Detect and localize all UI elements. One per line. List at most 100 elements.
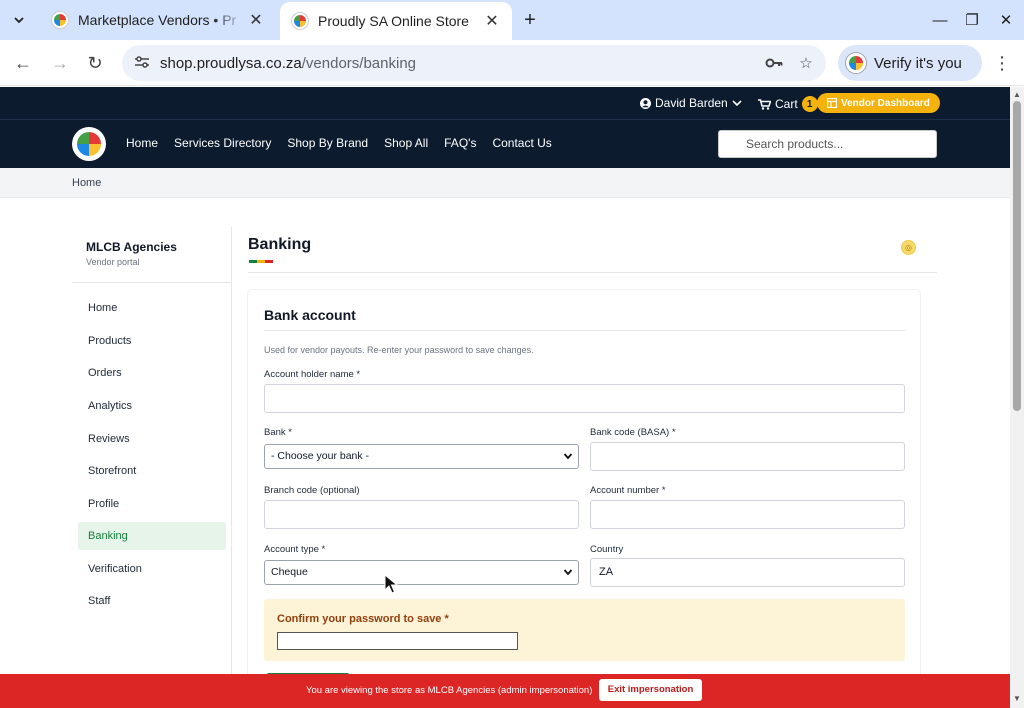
bank-select[interactable]: - Choose your bank - xyxy=(264,444,579,469)
bookmark-star-icon[interactable]: ☆ xyxy=(794,51,818,75)
card-divider xyxy=(264,330,905,331)
sidebar-divider xyxy=(72,282,232,283)
page-title: Banking xyxy=(248,236,312,253)
vendor-subtitle: Vendor portal xyxy=(86,257,140,267)
proudlysa-logo-icon xyxy=(77,132,101,156)
account-number-label: Account number * xyxy=(590,485,666,496)
browser-tab-marketplace[interactable]: Marketplace Vendors • Pr ✕ xyxy=(40,0,276,40)
breadcrumb-home[interactable]: Home xyxy=(72,177,101,189)
country-label: Country xyxy=(590,544,624,555)
password-key-icon[interactable] xyxy=(762,51,786,75)
scroll-down-icon[interactable]: ▼ xyxy=(1013,694,1021,703)
branch-code-label: Branch code (optional) xyxy=(264,485,360,496)
cart-count-badge: 1 xyxy=(801,96,818,112)
sidebar-item-storefront[interactable]: Storefront xyxy=(78,457,226,485)
account-number-input[interactable] xyxy=(590,500,905,529)
exit-impersonation-button[interactable]: Exit impersonation xyxy=(599,679,702,701)
chevron-down-icon xyxy=(14,17,24,24)
url-host: shop.proudlysa.co.za xyxy=(160,54,302,72)
sidebar-item-banking[interactable]: Banking xyxy=(78,522,226,550)
sidebar-item-verification[interactable]: Verification xyxy=(78,555,226,583)
tab-search-button[interactable] xyxy=(6,8,32,32)
confirm-password-label: Confirm your password to save * xyxy=(277,613,449,625)
chevron-down-icon xyxy=(563,561,573,593)
new-tab-button[interactable]: + xyxy=(518,8,542,32)
nav-shop-all[interactable]: Shop All xyxy=(384,136,428,150)
forward-arrow-icon[interactable]: → xyxy=(48,51,72,75)
nav-faqs[interactable]: FAQ's xyxy=(444,136,476,150)
page-scrollbar[interactable]: ▲ ▼ xyxy=(1010,87,1024,708)
confirm-password-input[interactable] xyxy=(277,632,518,650)
coin-icon[interactable]: ◎ xyxy=(901,240,916,255)
back-arrow-icon[interactable]: ← xyxy=(11,51,35,75)
confirm-password-panel: Confirm your password to save * xyxy=(264,599,905,661)
restore-icon[interactable]: ❐ xyxy=(960,8,984,32)
account-type-value: Cheque xyxy=(271,566,308,578)
vendor-name: MLCB Agencies xyxy=(86,240,177,254)
nav-contact-us[interactable]: Contact Us xyxy=(492,136,551,150)
account-holder-input[interactable] xyxy=(264,384,905,413)
user-icon xyxy=(640,97,651,109)
chevron-down-icon xyxy=(563,445,573,477)
country-input[interactable]: ZA xyxy=(590,558,905,587)
close-tab-icon[interactable]: ✕ xyxy=(246,10,266,30)
nav-services-directory[interactable]: Services Directory xyxy=(174,136,271,150)
impersonation-text: You are viewing the store as MLCB Agenci… xyxy=(306,685,593,696)
sidebar-item-products[interactable]: Products xyxy=(78,327,226,355)
verify-its-you-button[interactable]: Verify it's you xyxy=(838,45,982,81)
accent-red xyxy=(265,260,273,263)
dashboard-icon xyxy=(827,98,837,108)
chevron-down-icon xyxy=(732,100,742,107)
product-search-input[interactable]: Search products... xyxy=(718,130,937,158)
bank-code-input[interactable] xyxy=(590,442,905,471)
sidebar-item-profile[interactable]: Profile xyxy=(78,490,226,518)
card-title: Bank account xyxy=(264,307,356,323)
site-logo[interactable] xyxy=(72,127,106,161)
bank-select-value: - Choose your bank - xyxy=(271,450,370,462)
address-bar[interactable]: shop.proudlysa.co.za/vendors/banking ☆ xyxy=(122,45,826,81)
breadcrumb: Home xyxy=(0,168,1010,198)
close-window-icon[interactable]: ✕ xyxy=(994,8,1018,32)
sidebar-item-staff[interactable]: Staff xyxy=(78,587,226,615)
sidebar-item-orders[interactable]: Orders xyxy=(78,359,226,387)
accent-yellow xyxy=(257,260,265,263)
scroll-up-icon[interactable]: ▲ xyxy=(1013,90,1021,99)
vendor-sidebar: MLCB Agencies Vendor portal Home Product… xyxy=(72,227,232,707)
browser-tab-store[interactable]: Proudly SA Online Store ✕ xyxy=(280,2,512,40)
cart-link[interactable]: Cart 1 xyxy=(758,96,818,112)
nav-shop-by-brand[interactable]: Shop By Brand xyxy=(287,136,368,150)
header-divider xyxy=(248,272,937,273)
minimize-icon[interactable]: — xyxy=(928,8,952,32)
nav-home[interactable]: Home xyxy=(126,136,158,150)
proudlysa-favicon-icon xyxy=(52,12,68,28)
mouse-cursor-icon xyxy=(384,574,398,594)
proudlysa-favicon-icon xyxy=(292,13,308,29)
user-name: David Barden xyxy=(655,96,728,110)
browser-toolbar: ← → ↻ shop.proudlysa.co.za/vendors/banki… xyxy=(0,40,1024,86)
user-menu[interactable]: David Barden xyxy=(640,96,742,110)
profile-avatar-icon xyxy=(846,53,866,73)
url-text: shop.proudlysa.co.za/vendors/banking xyxy=(160,55,762,72)
nav-links: Home Services Directory Shop By Brand Sh… xyxy=(126,136,568,150)
tab-title: Proudly SA Online Store xyxy=(318,13,469,29)
browser-menu-icon[interactable]: ⋮ xyxy=(990,51,1014,75)
account-holder-label: Account holder name * xyxy=(264,369,361,380)
site-settings-icon[interactable] xyxy=(134,55,154,72)
sidebar-item-analytics[interactable]: Analytics xyxy=(78,392,226,420)
scrollbar-thumb[interactable] xyxy=(1013,101,1021,411)
vendor-dashboard-label: Vendor Dashboard xyxy=(841,97,930,109)
reload-icon[interactable]: ↻ xyxy=(83,51,107,75)
cart-label: Cart xyxy=(775,97,798,111)
form-hint: Used for vendor payouts. Re-enter your p… xyxy=(264,345,534,355)
title-accent-stripe xyxy=(249,260,273,263)
tab-title: Marketplace Vendors • Pr xyxy=(78,12,237,28)
sidebar-item-reviews[interactable]: Reviews xyxy=(78,425,226,453)
account-type-select[interactable]: Cheque xyxy=(264,560,579,585)
branch-code-input[interactable] xyxy=(264,500,579,529)
page-viewport: David Barden Cart 1 Vendor Dashboard Hom… xyxy=(0,87,1010,708)
accent-green xyxy=(249,260,257,263)
vendor-dashboard-button[interactable]: Vendor Dashboard xyxy=(817,93,940,113)
url-path: /vendors/banking xyxy=(301,54,417,72)
close-tab-icon[interactable]: ✕ xyxy=(482,11,502,31)
sidebar-item-home[interactable]: Home xyxy=(78,294,226,322)
